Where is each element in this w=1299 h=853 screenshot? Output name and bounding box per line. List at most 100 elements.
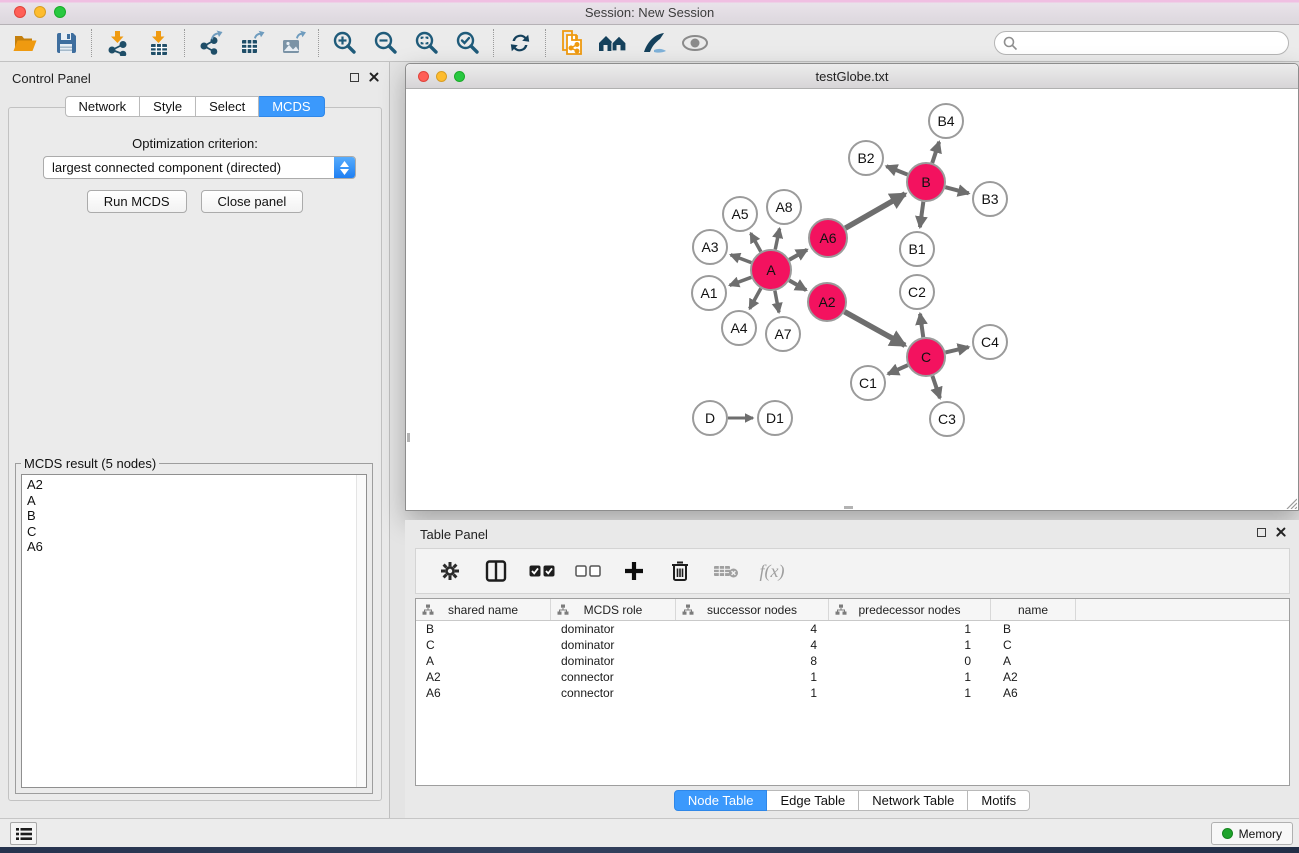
table-row[interactable]: A6connector11A6 [416,685,1289,701]
settings-gear-icon[interactable] [432,556,468,586]
zoom-selected-icon[interactable] [447,27,488,59]
tab-select[interactable]: Select [196,96,259,117]
table-cell[interactable]: dominator [551,622,676,636]
table-cell[interactable]: A2 [416,670,551,684]
graph-edge-A6-B[interactable] [845,194,905,228]
graph-edge-A-A6[interactable] [789,250,807,260]
export-network-icon[interactable] [190,27,231,59]
table-cell[interactable]: B [416,622,551,636]
table-cell[interactable]: C [991,638,1076,652]
close-panel-icon[interactable] [1276,527,1286,537]
table-cell[interactable]: connector [551,670,676,684]
table-cell[interactable]: A [416,654,551,668]
column-header-mcds-role[interactable]: MCDS role [551,599,676,620]
mcds-result-item[interactable]: A2 [22,477,366,493]
table-row[interactable]: Cdominator41C [416,637,1289,653]
table-cell[interactable]: 1 [676,670,829,684]
graph-edge-C-C4[interactable] [945,347,968,352]
table-cell[interactable]: 1 [829,670,991,684]
mcds-result-item[interactable]: A [22,493,366,509]
search-input[interactable] [1018,33,1288,53]
open-file-icon[interactable] [4,27,45,59]
memory-button[interactable]: Memory [1211,822,1293,845]
close-panel-button[interactable]: Close panel [201,190,304,213]
table-cell[interactable]: C [416,638,551,652]
select-all-checkboxes-icon[interactable] [524,556,560,586]
column-header-shared-name[interactable]: shared name [416,599,551,620]
table-cell[interactable]: A2 [991,670,1076,684]
column-header-predecessor-nodes[interactable]: predecessor nodes [829,599,991,620]
new-network-from-selection-icon[interactable] [551,27,592,59]
column-header-name[interactable]: name [991,599,1076,620]
table-cell[interactable]: dominator [551,638,676,652]
mcds-result-item[interactable]: B [22,508,366,524]
graph-edge-A-A5[interactable] [751,233,761,251]
graph-edge-C-C3[interactable] [932,376,940,398]
column-header-successor-nodes[interactable]: successor nodes [676,599,829,620]
mcds-result-item[interactable]: C [22,524,366,540]
delete-columns-icon[interactable] [662,556,698,586]
table-row[interactable]: A2connector11A2 [416,669,1289,685]
tab-motifs[interactable]: Motifs [968,790,1030,811]
graph-edge-A2-C[interactable] [844,312,905,346]
add-column-icon[interactable] [616,556,652,586]
tab-edge-table[interactable]: Edge Table [767,790,859,811]
export-table-icon[interactable] [231,27,272,59]
zoom-fit-icon[interactable] [406,27,447,59]
show-graphics-details-icon[interactable] [633,27,674,59]
mcds-result-item[interactable]: A6 [22,539,366,555]
float-panel-icon[interactable] [350,73,359,82]
table-cell[interactable]: B [991,622,1076,636]
table-cell[interactable]: 0 [829,654,991,668]
float-panel-icon[interactable] [1257,528,1266,537]
optimization-criterion-select[interactable]: largest connected component (directed) [43,156,356,179]
table-cell[interactable]: 8 [676,654,829,668]
table-cell[interactable]: connector [551,686,676,700]
graph-edge-A-A7[interactable] [775,291,779,313]
tab-style[interactable]: Style [140,96,196,117]
import-network-icon[interactable] [97,27,138,59]
refresh-icon[interactable] [499,27,540,59]
deselect-all-checkboxes-icon[interactable] [570,556,606,586]
graph-edge-B-B1[interactable] [920,202,923,227]
network-graph[interactable]: B4B2BB3A8A5A6A3B1AC2A1A2A4A7C4CC1C3DD1 [406,89,1298,510]
close-panel-icon[interactable] [369,72,379,82]
table-cell[interactable]: 4 [676,638,829,652]
show-panels-button[interactable] [10,822,37,845]
table-cell[interactable]: 1 [676,686,829,700]
table-cell[interactable]: dominator [551,654,676,668]
home-neighbors-icon[interactable] [592,27,633,59]
tab-mcds[interactable]: MCDS [259,96,324,117]
vertical-scroll-indicator[interactable] [407,433,410,442]
tab-node-table[interactable]: Node Table [674,790,768,811]
graph-edge-B-B2[interactable] [886,166,907,174]
search-box[interactable] [994,31,1289,55]
scrollbar-track[interactable] [356,475,366,787]
export-image-icon[interactable] [272,27,313,59]
table-cell[interactable]: 1 [829,622,991,636]
table-cell[interactable]: A [991,654,1076,668]
zoom-in-icon[interactable] [324,27,365,59]
graph-edge-A-A1[interactable] [730,277,752,285]
tab-network[interactable]: Network [64,96,140,117]
network-window-titlebar[interactable]: testGlobe.txt [406,64,1298,89]
network-canvas[interactable]: B4B2BB3A8A5A6A3B1AC2A1A2A4A7C4CC1C3DD1 [406,89,1298,510]
graph-edge-A-A3[interactable] [731,255,752,263]
table-row[interactable]: Bdominator41B [416,621,1289,637]
table-row[interactable]: Adominator80A [416,653,1289,669]
graph-edge-A-A8[interactable] [775,229,779,250]
resize-grip-icon[interactable] [1284,496,1297,509]
table-cell[interactable]: 4 [676,622,829,636]
hide-graphics-details-icon[interactable] [674,27,715,59]
mcds-result-list[interactable]: A2ABCA6 [21,474,367,788]
graph-edge-B-B3[interactable] [945,187,968,193]
graph-edge-A-A2[interactable] [789,280,806,290]
table-cell[interactable]: 1 [829,638,991,652]
graph-edge-C-C2[interactable] [920,314,923,337]
save-session-icon[interactable] [45,27,86,59]
table-cell[interactable]: A6 [416,686,551,700]
tab-network-table[interactable]: Network Table [859,790,968,811]
horizontal-scroll-indicator[interactable] [844,506,853,509]
graph-edge-B-B4[interactable] [932,142,939,163]
import-table-icon[interactable] [138,27,179,59]
